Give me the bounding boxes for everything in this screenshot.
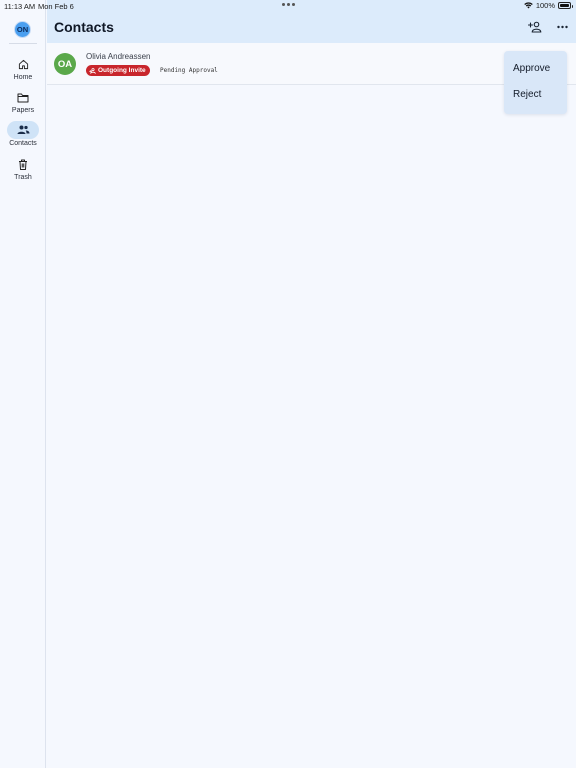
user-avatar-initials: ON: [16, 25, 29, 34]
contact-name: Olivia Andreassen: [86, 52, 151, 61]
status-time: 11:13 AM: [4, 2, 36, 11]
main-content: Contacts OA Olivia Andreassen Outgoing I…: [47, 0, 576, 768]
battery-fill: [560, 4, 569, 7]
contact-avatar: OA: [54, 53, 76, 75]
sidebar-item-trash[interactable]: Trash: [4, 155, 42, 187]
user-avatar[interactable]: ON: [14, 21, 31, 38]
status-indicators: 100%: [524, 1, 573, 10]
add-contact-icon: [528, 21, 542, 33]
status-bar: 11:13 AM Mon Feb 6 100%: [0, 0, 576, 12]
approve-menu-item[interactable]: Approve: [513, 63, 550, 74]
add-contact-button[interactable]: [526, 18, 544, 36]
battery-icon: [558, 2, 573, 9]
sidebar-divider: [9, 43, 37, 44]
folder-icon: [17, 93, 29, 102]
battery-percent: 100%: [535, 1, 555, 10]
reject-menu-item[interactable]: Reject: [513, 89, 541, 100]
sidebar-item-label: Home: [13, 74, 33, 81]
pending-status: Pending Approval: [160, 67, 218, 74]
outgoing-invite-badge: Outgoing Invite: [86, 65, 150, 76]
sidebar-item-contacts[interactable]: Contacts: [4, 121, 42, 153]
multitasking-dots-icon[interactable]: [282, 3, 295, 6]
contact-row[interactable]: OA Olivia Andreassen Outgoing Invite Pen…: [47, 43, 576, 85]
outgoing-invite-label: Outgoing Invite: [98, 67, 146, 74]
person-arrow-icon: [89, 67, 96, 74]
active-nav-pill: [7, 121, 39, 139]
trash-icon: [19, 159, 27, 170]
sidebar-item-papers[interactable]: Papers: [4, 88, 42, 120]
page-title: Contacts: [54, 19, 114, 35]
home-icon: [18, 59, 28, 69]
sidebar-item-label: Contacts: [9, 140, 37, 147]
sidebar: ON Home Papers Contacts Trash: [0, 0, 46, 768]
sidebar-item-home[interactable]: Home: [4, 55, 42, 87]
wifi-icon: [524, 2, 533, 9]
sidebar-item-label: Trash: [14, 174, 32, 181]
more-icon: [556, 25, 568, 29]
more-button[interactable]: [553, 18, 571, 36]
people-icon: [17, 125, 29, 134]
sidebar-item-label: Papers: [11, 107, 35, 114]
status-date: Mon Feb 6: [38, 2, 74, 11]
context-menu: Approve Reject: [504, 51, 567, 114]
contact-avatar-initials: OA: [57, 58, 73, 70]
